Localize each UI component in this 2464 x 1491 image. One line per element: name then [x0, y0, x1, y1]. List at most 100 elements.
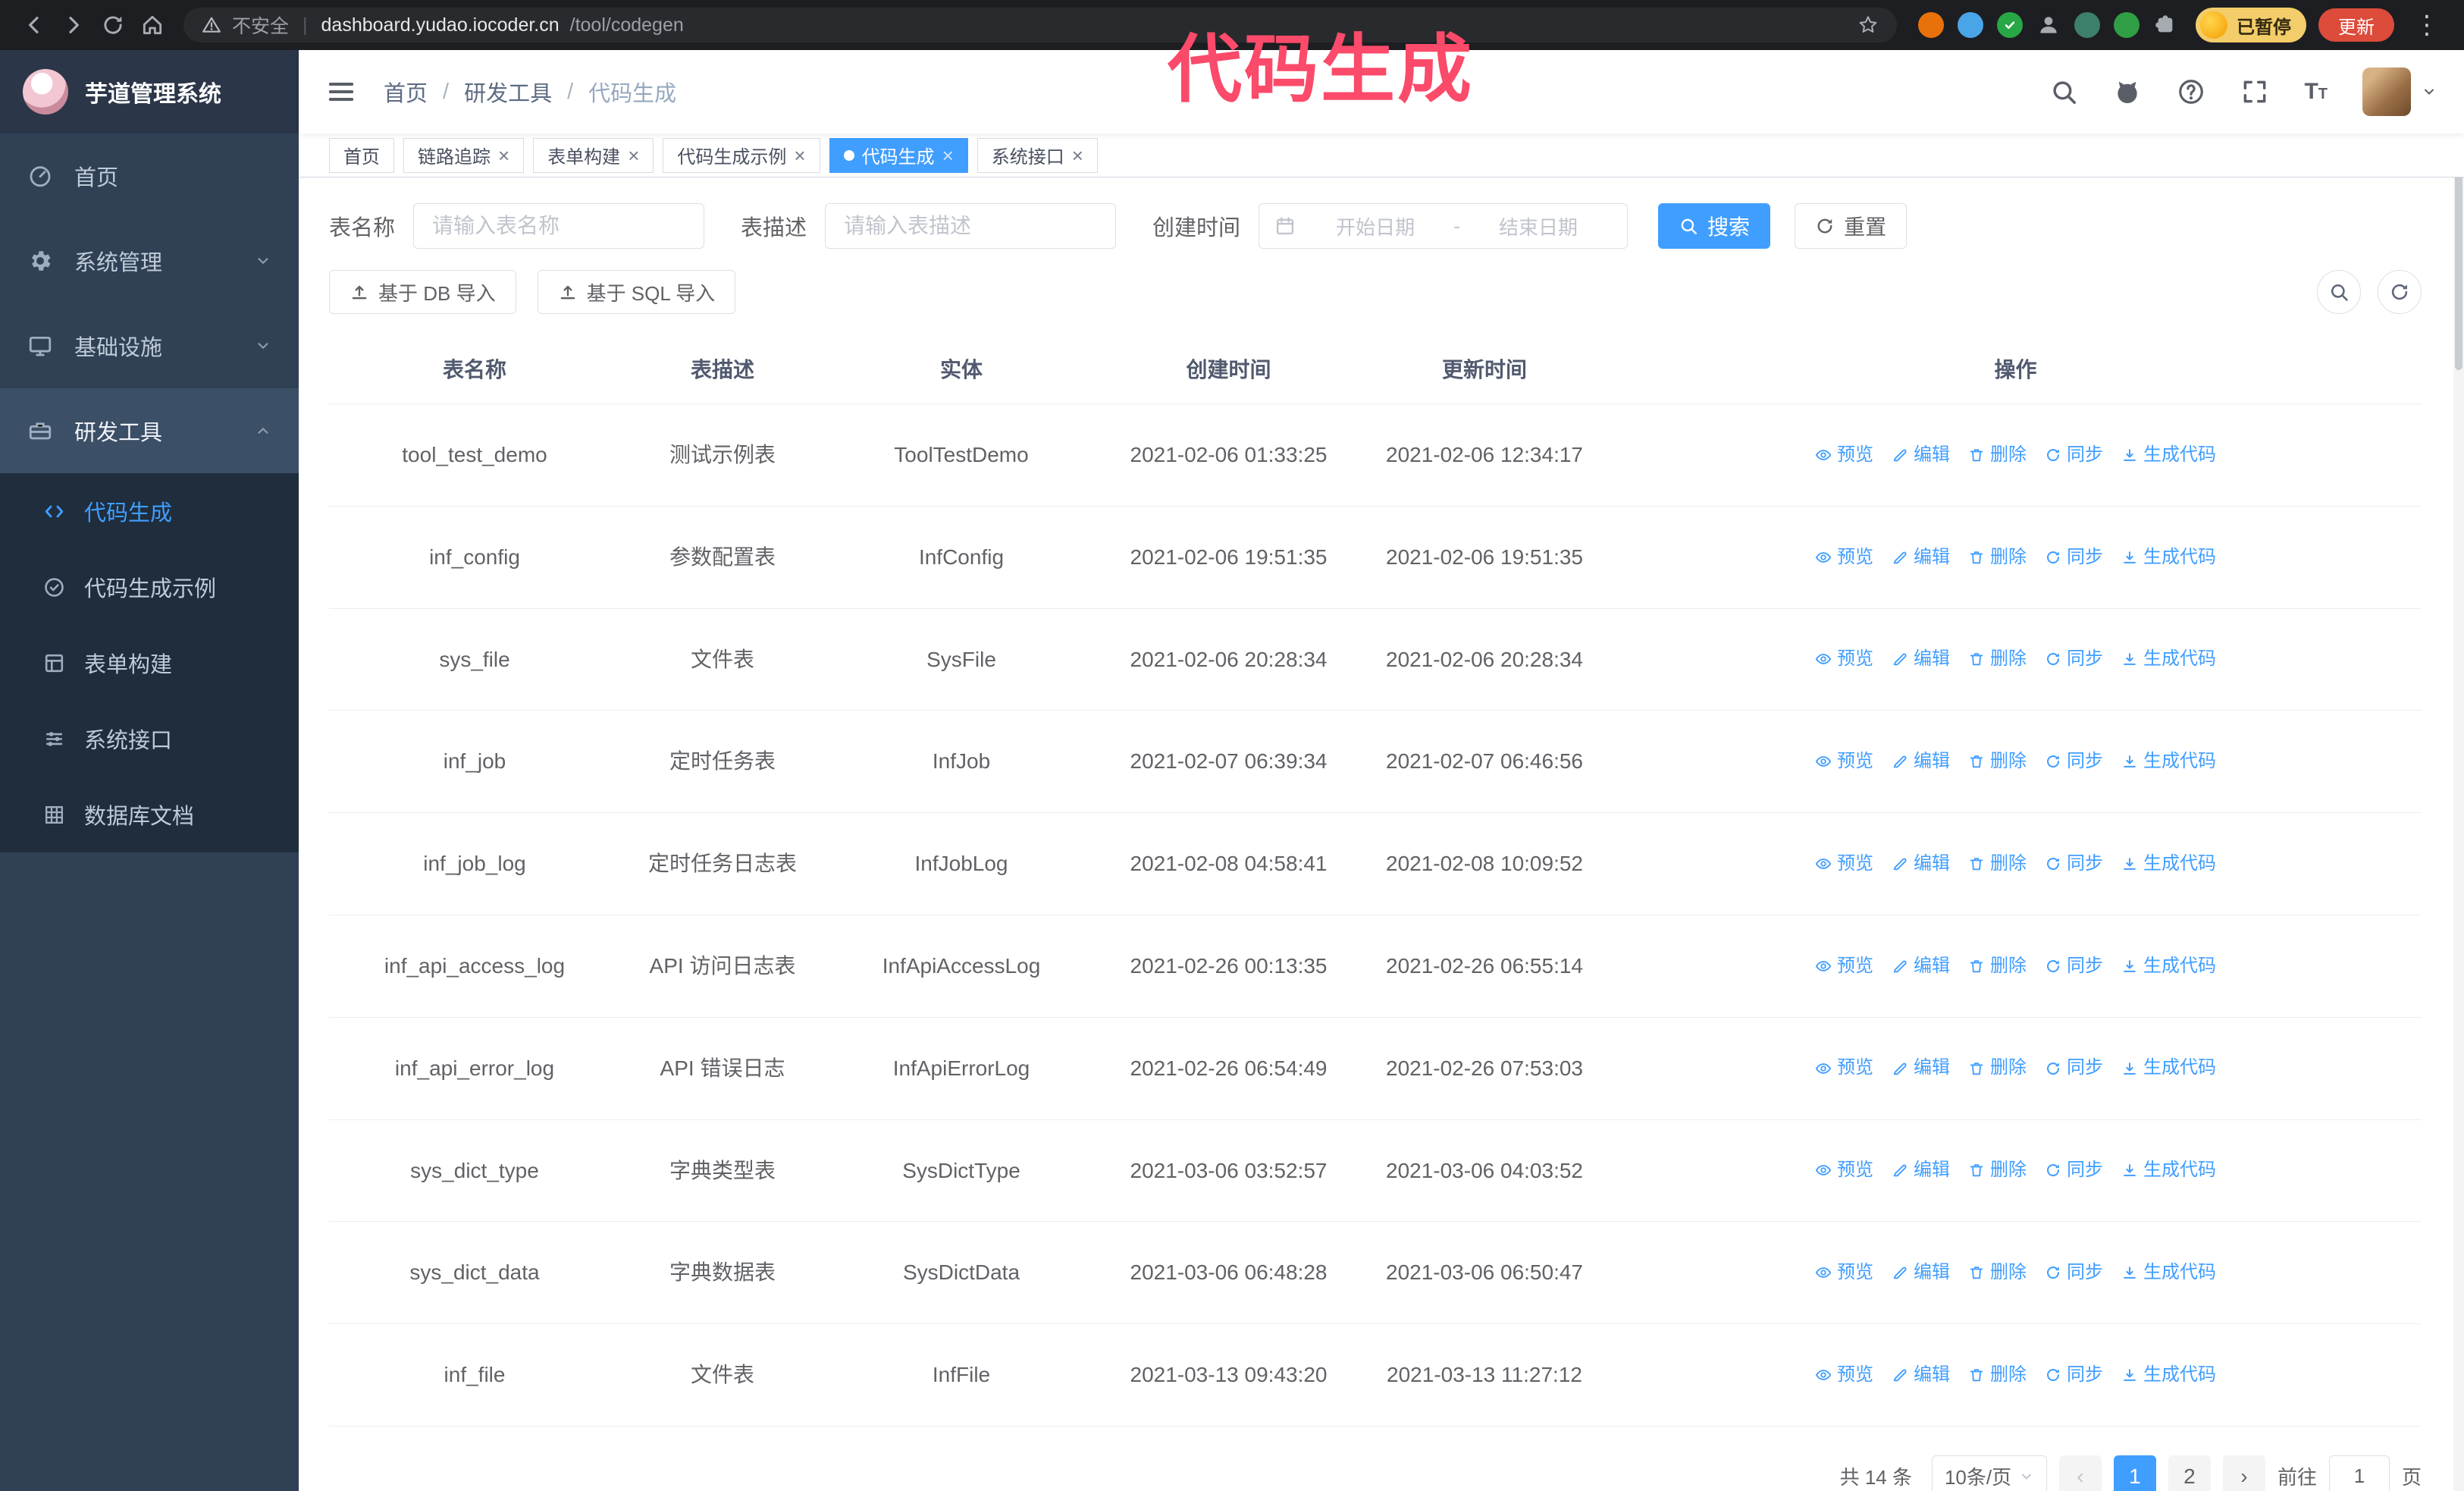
sidebar-item-home[interactable]: 首页 [0, 133, 299, 218]
delete-link[interactable]: 删除 [1968, 545, 2027, 570]
tab-home[interactable]: 首页 [329, 137, 394, 173]
preview-link[interactable]: 预览 [1815, 1056, 1873, 1080]
generate-code-link[interactable]: 生成代码 [2121, 443, 2216, 467]
preview-link[interactable]: 预览 [1815, 954, 1873, 978]
table-name-input[interactable] [413, 203, 705, 249]
sync-link[interactable]: 同步 [2045, 1158, 2103, 1182]
fullscreen-icon[interactable] [2240, 77, 2269, 106]
generate-code-link[interactable]: 生成代码 [2121, 954, 2216, 978]
generate-code-link[interactable]: 生成代码 [2121, 545, 2216, 570]
sidebar-item-devtools[interactable]: 研发工具 [0, 388, 299, 473]
sidebar-item-db-doc[interactable]: 数据库文档 [0, 777, 299, 852]
date-range-picker[interactable]: 开始日期 - 结束日期 [1259, 203, 1629, 249]
delete-link[interactable]: 删除 [1968, 1363, 2027, 1387]
preview-link[interactable]: 预览 [1815, 1363, 1873, 1387]
extension-icon[interactable] [2074, 12, 2100, 38]
goto-page-input[interactable] [2328, 1455, 2390, 1491]
sidebar-item-codegen-example[interactable]: 代码生成示例 [0, 549, 299, 625]
sync-link[interactable]: 同步 [2045, 545, 2103, 570]
font-size-icon[interactable]: TT [2304, 80, 2328, 103]
sync-link[interactable]: 同步 [2045, 749, 2103, 774]
table-desc-input[interactable] [825, 203, 1117, 249]
sync-link[interactable]: 同步 [2045, 954, 2103, 978]
sync-link[interactable]: 同步 [2045, 647, 2103, 671]
search-button[interactable]: 搜索 [1658, 203, 1771, 249]
preview-link[interactable]: 预览 [1815, 1260, 1873, 1285]
extension-icon[interactable] [1958, 12, 1983, 38]
preview-link[interactable]: 预览 [1815, 1158, 1873, 1182]
page-size-select[interactable]: 10条/页 [1931, 1455, 2047, 1491]
import-db-button[interactable]: 基于 DB 导入 [329, 270, 516, 314]
generate-code-link[interactable]: 生成代码 [2121, 749, 2216, 774]
bookmark-star-icon[interactable] [1857, 14, 1879, 36]
tab-form-builder[interactable]: 表单构建 × [533, 137, 654, 173]
next-page-button[interactable]: › [2222, 1455, 2265, 1491]
tab-codegen[interactable]: 代码生成 × [829, 137, 968, 173]
edit-link[interactable]: 编辑 [1892, 647, 1950, 671]
sync-link[interactable]: 同步 [2045, 443, 2103, 467]
profiles-icon[interactable] [2036, 13, 2061, 37]
generate-code-link[interactable]: 生成代码 [2121, 647, 2216, 671]
sidebar-item-system[interactable]: 系统管理 [0, 218, 299, 303]
sync-link[interactable]: 同步 [2045, 852, 2103, 876]
forward-icon[interactable] [56, 8, 91, 42]
breadcrumb-home[interactable]: 首页 [384, 76, 428, 108]
delete-link[interactable]: 删除 [1968, 852, 2027, 876]
preview-link[interactable]: 预览 [1815, 852, 1873, 876]
sidebar-item-system-api[interactable]: 系统接口 [0, 701, 299, 777]
edit-link[interactable]: 编辑 [1892, 443, 1950, 467]
app-logo[interactable]: 芋道管理系统 [0, 50, 299, 133]
close-icon[interactable]: × [498, 146, 509, 165]
back-icon[interactable] [17, 8, 52, 42]
delete-link[interactable]: 删除 [1968, 1260, 2027, 1285]
edit-link[interactable]: 编辑 [1892, 852, 1950, 876]
prev-page-button[interactable]: ‹ [2058, 1455, 2102, 1491]
delete-link[interactable]: 删除 [1968, 647, 2027, 671]
generate-code-link[interactable]: 生成代码 [2121, 852, 2216, 876]
close-icon[interactable]: × [794, 146, 805, 165]
delete-link[interactable]: 删除 [1968, 443, 2027, 467]
address-bar[interactable]: 不安全 | dashboard.yudao.iocoder.cn/tool/co… [183, 8, 1897, 42]
tab-system-api[interactable]: 系统接口 × [977, 137, 1098, 173]
extensions-puzzle-icon[interactable] [2153, 13, 2177, 37]
scrollbar[interactable] [2453, 50, 2464, 1491]
breadcrumb-devtools[interactable]: 研发工具 [464, 76, 552, 108]
tab-codegen-example[interactable]: 代码生成示例 × [663, 137, 820, 173]
edit-link[interactable]: 编辑 [1892, 1056, 1950, 1080]
close-icon[interactable]: × [628, 146, 639, 165]
home-icon[interactable] [135, 8, 170, 42]
sidebar-item-infra[interactable]: 基础设施 [0, 303, 299, 388]
generate-code-link[interactable]: 生成代码 [2121, 1363, 2216, 1387]
extension-icon[interactable] [2114, 12, 2140, 38]
tab-trace[interactable]: 链路追踪 × [403, 137, 525, 173]
preview-link[interactable]: 预览 [1815, 545, 1873, 570]
close-icon[interactable]: × [942, 146, 954, 165]
edit-link[interactable]: 编辑 [1892, 1158, 1950, 1182]
edit-link[interactable]: 编辑 [1892, 545, 1950, 570]
edit-link[interactable]: 编辑 [1892, 1260, 1950, 1285]
delete-link[interactable]: 删除 [1968, 749, 2027, 774]
github-icon[interactable] [2113, 77, 2142, 106]
help-icon[interactable] [2177, 77, 2205, 106]
refresh-table-button[interactable] [2378, 270, 2422, 314]
profile-paused-badge[interactable]: 已暂停 [2196, 8, 2306, 42]
close-icon[interactable]: × [1072, 146, 1083, 165]
delete-link[interactable]: 删除 [1968, 1158, 2027, 1182]
hamburger-icon[interactable] [326, 77, 356, 107]
sync-link[interactable]: 同步 [2045, 1056, 2103, 1080]
extension-icon[interactable] [1918, 12, 1944, 38]
edit-link[interactable]: 编辑 [1892, 1363, 1950, 1387]
sync-link[interactable]: 同步 [2045, 1363, 2103, 1387]
generate-code-link[interactable]: 生成代码 [2121, 1260, 2216, 1285]
user-menu[interactable] [2362, 67, 2437, 116]
generate-code-link[interactable]: 生成代码 [2121, 1056, 2216, 1080]
page-button-2[interactable]: 2 [2168, 1455, 2211, 1491]
browser-menu-icon[interactable]: ⋮ [2406, 10, 2447, 40]
delete-link[interactable]: 删除 [1968, 954, 2027, 978]
preview-link[interactable]: 预览 [1815, 443, 1873, 467]
sidebar-item-form-builder[interactable]: 表单构建 [0, 625, 299, 701]
preview-link[interactable]: 预览 [1815, 749, 1873, 774]
import-sql-button[interactable]: 基于 SQL 导入 [537, 270, 736, 314]
generate-code-link[interactable]: 生成代码 [2121, 1158, 2216, 1182]
edit-link[interactable]: 编辑 [1892, 954, 1950, 978]
